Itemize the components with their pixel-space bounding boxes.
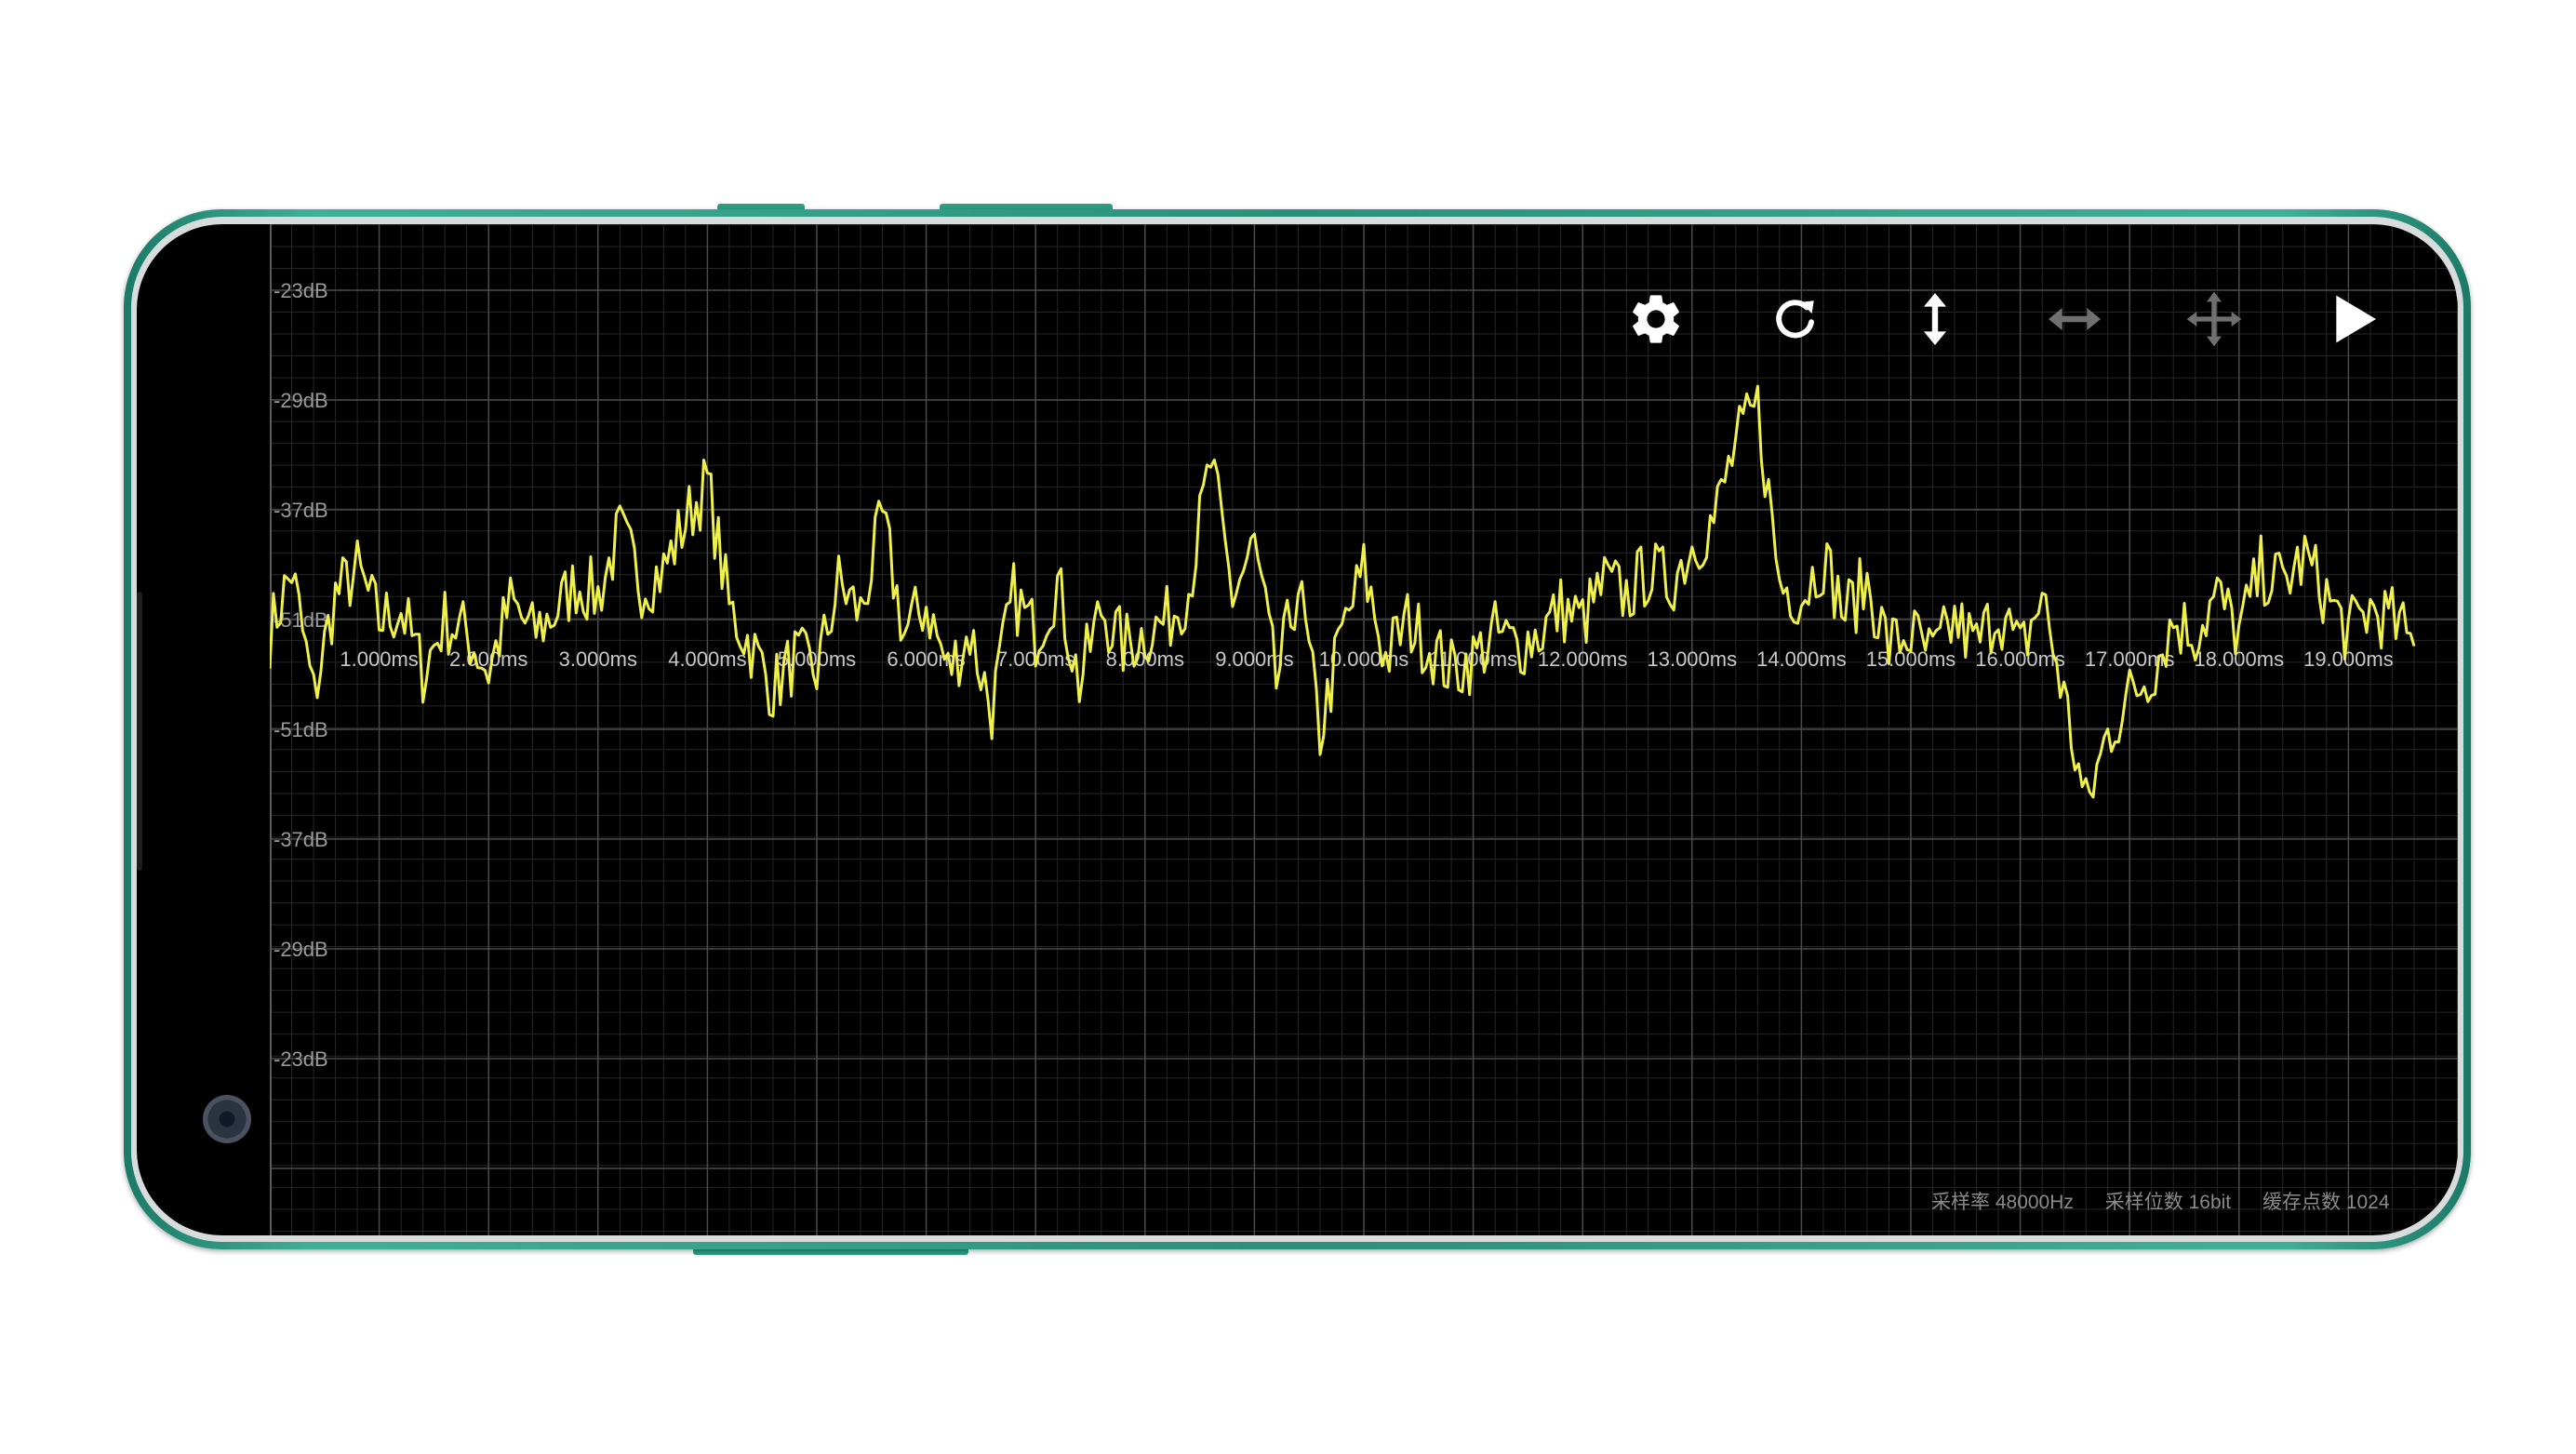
move-button[interactable]	[2168, 273, 2261, 366]
settings-gear-icon	[1633, 295, 1679, 343]
vertical-scale-button[interactable]	[1889, 273, 1982, 366]
oscilloscope-app: -23dB -29dB -37dB -51dB -51dB -37dB -29dB -23dB…	[270, 224, 2458, 1235]
bit-depth-text: 采样位数 16bit	[2104, 1192, 2232, 1213]
sample-rate-text: 采样率 48000Hz	[1931, 1192, 2074, 1213]
refresh-button[interactable]	[1749, 273, 1842, 366]
status-bar: 采样率 48000Hz 采样位数 16bit 缓存点数 1024	[1931, 1187, 2416, 1215]
waveform-chart[interactable]: -23dB-29dB-37dB-51dB-51dB-37dB-29dB-23dB…	[270, 224, 2458, 1235]
y-tick-label: -29dB	[274, 389, 328, 412]
vertical-scale-icon	[1924, 293, 1946, 345]
x-axis-labels: 1.000ms 2.000ms 3.000ms 4.000ms 5.000ms 6.000…	[340, 647, 2393, 671]
y-tick-label: -37dB	[274, 499, 328, 522]
play-button[interactable]	[2307, 273, 2400, 366]
horizontal-scale-button[interactable]	[2028, 273, 2121, 366]
refresh-icon	[1776, 300, 1814, 339]
x-tick-label: 1.000ms	[340, 647, 418, 671]
front-camera	[203, 1095, 251, 1143]
x-tick-label: 14.000ms	[1756, 647, 1847, 671]
y-tick-label: -29dB	[274, 938, 328, 961]
x-tick-label: 17.000ms	[2085, 647, 2175, 671]
toolbar	[1609, 273, 2458, 366]
horizontal-scale-icon	[2049, 308, 2101, 330]
x-tick-label: 18.000ms	[2194, 647, 2284, 671]
x-tick-label: 19.000ms	[2303, 647, 2394, 671]
y-tick-label: -51dB	[274, 718, 328, 741]
move-pan-icon	[2186, 291, 2242, 347]
chart-grid	[270, 224, 2458, 1235]
play-icon	[2336, 295, 2376, 343]
earpiece-speaker	[137, 592, 142, 871]
settings-button[interactable]	[1609, 273, 1702, 366]
y-tick-label: -37dB	[274, 828, 328, 851]
y-tick-label: -23dB	[274, 279, 328, 302]
phone-screen: -23dB -29dB -37dB -51dB -51dB -37dB -29dB -23dB…	[137, 224, 2458, 1235]
x-tick-label: 2.000ms	[449, 647, 527, 671]
x-tick-label: 12.000ms	[1538, 647, 1628, 671]
y-tick-label: -23dB	[274, 1047, 328, 1071]
buffer-points-text: 缓存点数 1024	[2262, 1192, 2390, 1213]
x-tick-label: 13.000ms	[1647, 647, 1737, 671]
x-tick-label: 3.000ms	[559, 647, 637, 671]
x-tick-label: 4.000ms	[668, 647, 746, 671]
